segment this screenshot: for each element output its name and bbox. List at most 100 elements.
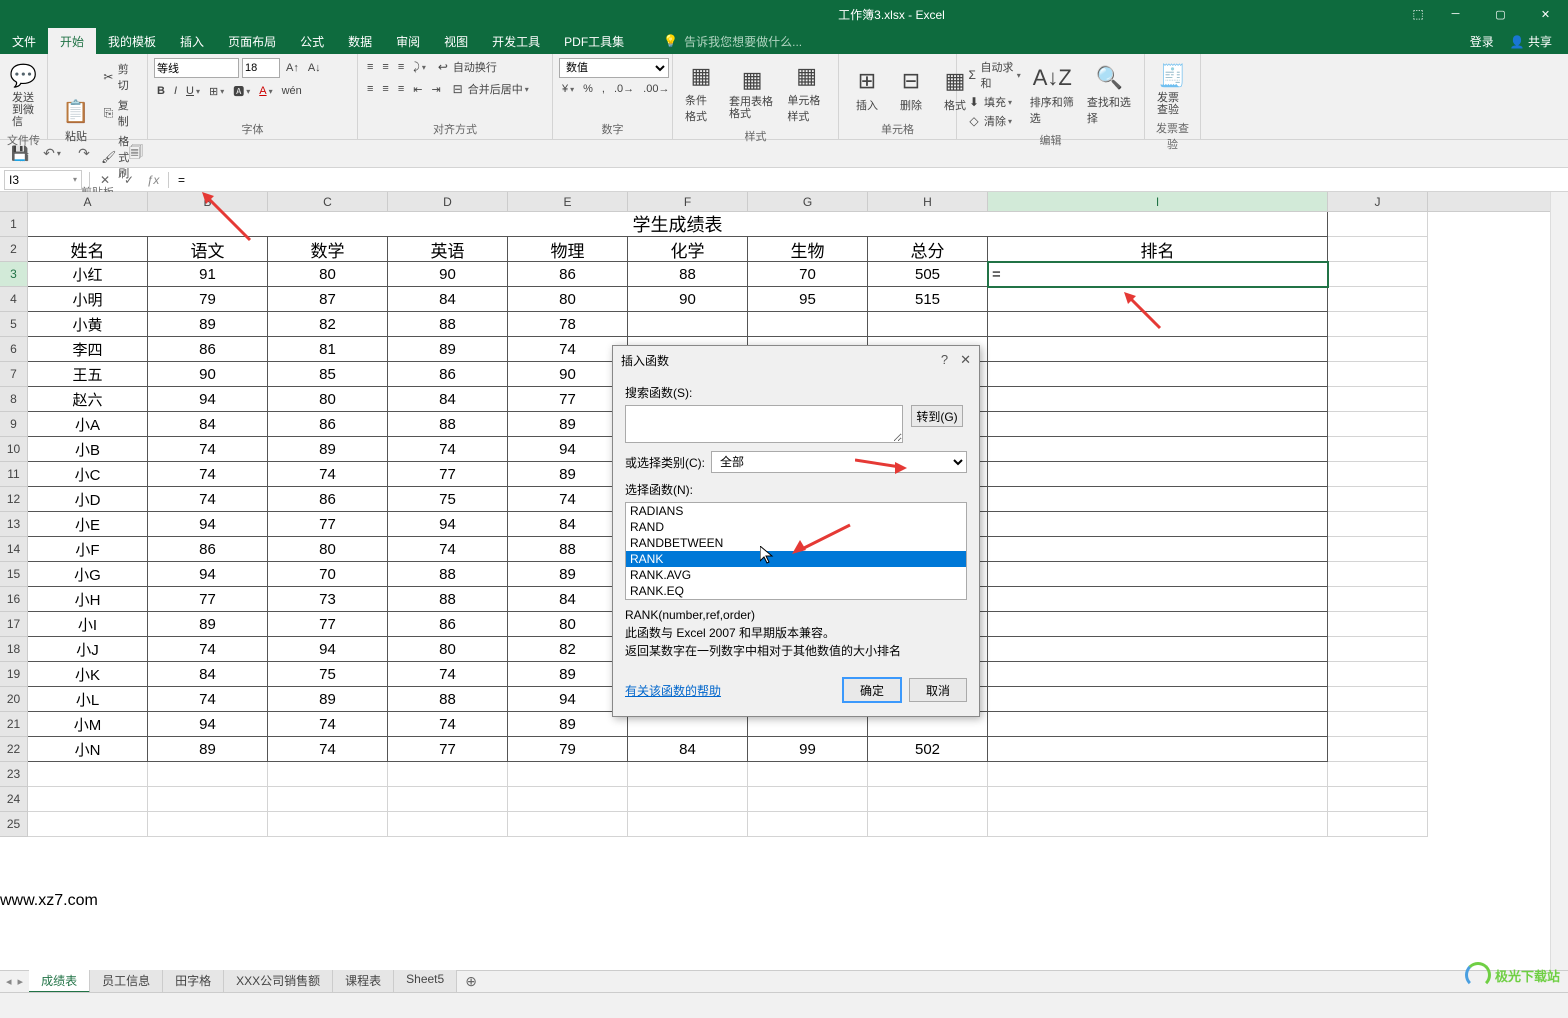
cell[interactable]: 79 — [148, 287, 268, 312]
cell[interactable] — [1328, 387, 1428, 412]
cancel-formula-button[interactable]: ✕ — [93, 168, 117, 192]
dialog-help-button[interactable]: ? — [941, 352, 948, 368]
cell[interactable]: 88 — [628, 262, 748, 287]
cell[interactable]: 89 — [268, 687, 388, 712]
cell[interactable]: 小N — [28, 737, 148, 762]
cell[interactable]: 87 — [268, 287, 388, 312]
insert-function-button[interactable]: ƒx — [141, 168, 165, 192]
sheet-tab[interactable]: 员工信息 — [90, 970, 163, 993]
cell[interactable]: 90 — [508, 362, 628, 387]
align-left-button[interactable]: ≡ — [364, 82, 376, 96]
cell[interactable] — [1328, 462, 1428, 487]
merge-center-button[interactable]: ⊟合并后居中▾ — [447, 80, 532, 98]
cell[interactable]: 小K — [28, 662, 148, 687]
cell[interactable] — [508, 812, 628, 837]
cell[interactable]: 80 — [508, 612, 628, 637]
function-list-item[interactable]: RATE — [626, 599, 966, 600]
cell[interactable] — [1328, 587, 1428, 612]
column-header[interactable]: E — [508, 192, 628, 211]
function-list[interactable]: RADIANSRANDRANDBETWEENRANKRANK.AVGRANK.E… — [625, 502, 967, 600]
cell[interactable] — [388, 787, 508, 812]
cell[interactable]: 84 — [388, 387, 508, 412]
cell[interactable]: 74 — [268, 737, 388, 762]
cell[interactable]: 小红 — [28, 262, 148, 287]
tab-pdf-tools[interactable]: PDF工具集 — [552, 28, 636, 54]
font-size-select[interactable] — [242, 58, 280, 78]
cell[interactable] — [1328, 762, 1428, 787]
cell[interactable]: 89 — [268, 437, 388, 462]
search-function-input[interactable] — [625, 405, 903, 443]
cell[interactable]: 89 — [148, 612, 268, 637]
cell[interactable] — [868, 812, 988, 837]
header-cell[interactable]: 语文 — [148, 237, 268, 262]
cell[interactable] — [988, 512, 1328, 537]
cell[interactable] — [388, 812, 508, 837]
cell[interactable]: 80 — [508, 287, 628, 312]
cell[interactable]: 84 — [388, 287, 508, 312]
column-header[interactable]: B — [148, 192, 268, 211]
align-middle-button[interactable]: ≡ — [379, 60, 391, 74]
cell[interactable] — [988, 762, 1328, 787]
cell[interactable]: 小H — [28, 587, 148, 612]
cell[interactable]: 82 — [508, 637, 628, 662]
phonetic-button[interactable]: wén — [279, 84, 305, 98]
percent-button[interactable]: % — [580, 82, 596, 96]
cell[interactable]: 王五 — [28, 362, 148, 387]
go-button[interactable]: 转到(G) — [911, 405, 963, 427]
column-header[interactable]: D — [388, 192, 508, 211]
header-cell[interactable]: 物理 — [508, 237, 628, 262]
cell[interactable]: 99 — [748, 737, 868, 762]
row-header[interactable]: 20 — [0, 687, 28, 712]
increase-decimal-button[interactable]: .0→ — [611, 82, 637, 96]
function-list-item[interactable]: RANK.AVG — [626, 567, 966, 583]
cell[interactable] — [1328, 337, 1428, 362]
cut-button[interactable]: ✂剪切 — [98, 60, 141, 94]
header-cell[interactable]: 排名 — [988, 237, 1328, 262]
cell[interactable]: 79 — [508, 737, 628, 762]
column-header[interactable]: F — [628, 192, 748, 211]
function-list-item[interactable]: RANDBETWEEN — [626, 535, 966, 551]
tab-formulas[interactable]: 公式 — [288, 28, 336, 54]
cell[interactable] — [988, 537, 1328, 562]
cell[interactable]: 88 — [388, 687, 508, 712]
cell[interactable] — [1328, 362, 1428, 387]
vertical-scrollbar[interactable] — [1550, 192, 1568, 970]
align-top-button[interactable]: ≡ — [364, 60, 376, 74]
send-to-wechat-button[interactable]: 💬 发送到微信 — [6, 58, 41, 130]
cell[interactable]: 89 — [508, 412, 628, 437]
orientation-button[interactable]: ⤸▾ — [410, 60, 429, 75]
border-button[interactable]: ⊞▾ — [206, 84, 227, 99]
column-header[interactable]: A — [28, 192, 148, 211]
sheet-tab[interactable]: 课程表 — [333, 970, 394, 993]
tab-data[interactable]: 数据 — [336, 28, 384, 54]
cell[interactable]: 80 — [268, 262, 388, 287]
underline-button[interactable]: U▾ — [183, 84, 203, 98]
cell[interactable]: 86 — [148, 537, 268, 562]
cell[interactable]: 小黄 — [28, 312, 148, 337]
cell[interactable]: 84 — [148, 662, 268, 687]
cell[interactable] — [1328, 437, 1428, 462]
row-header[interactable]: 21 — [0, 712, 28, 737]
cell[interactable]: 74 — [388, 712, 508, 737]
ribbon-options-icon[interactable]: ⬚ — [1403, 7, 1433, 21]
tell-me-search[interactable]: 💡告诉我您想要做什么... — [651, 28, 814, 54]
align-bottom-button[interactable]: ≡ — [395, 60, 407, 74]
cell[interactable] — [148, 787, 268, 812]
cell[interactable] — [508, 787, 628, 812]
close-button[interactable]: ✕ — [1523, 0, 1568, 28]
cell[interactable]: 84 — [508, 587, 628, 612]
cell[interactable] — [1328, 662, 1428, 687]
row-header[interactable]: 24 — [0, 787, 28, 812]
cell[interactable]: = — [988, 262, 1328, 287]
cell[interactable]: 88 — [508, 537, 628, 562]
cell[interactable] — [628, 812, 748, 837]
cell[interactable]: 74 — [268, 712, 388, 737]
cell[interactable]: 86 — [268, 412, 388, 437]
cell[interactable]: 77 — [148, 587, 268, 612]
name-box[interactable]: I3▾ — [4, 170, 82, 190]
cell[interactable]: 94 — [148, 562, 268, 587]
cell[interactable]: 90 — [628, 287, 748, 312]
cell[interactable] — [988, 662, 1328, 687]
cell-styles-button[interactable]: ▦单元格样式 — [781, 58, 832, 126]
cell[interactable]: 80 — [268, 387, 388, 412]
